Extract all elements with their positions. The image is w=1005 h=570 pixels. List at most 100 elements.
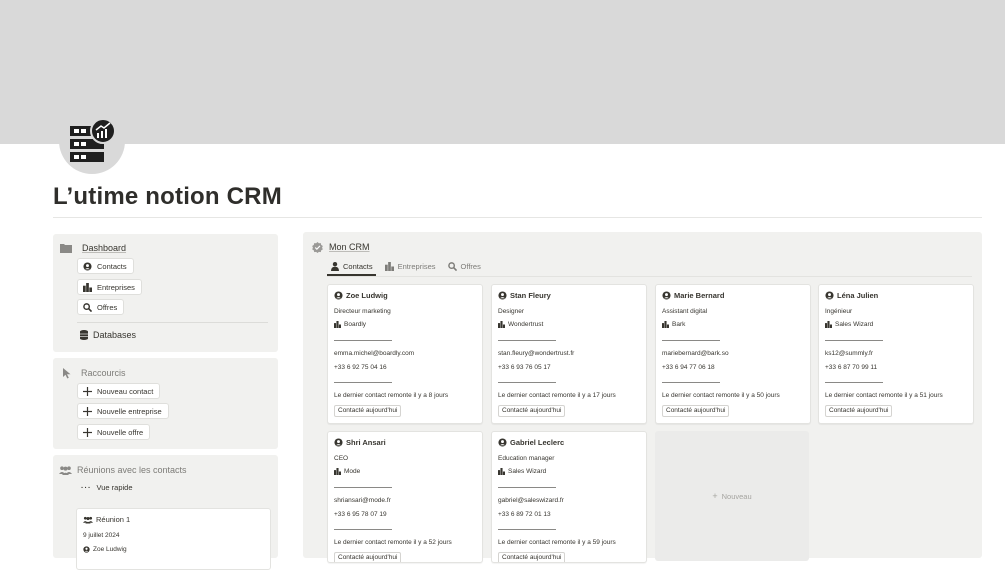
shortcuts-title: Raccourcis bbox=[81, 368, 126, 378]
shortcuts-header: Raccourcis bbox=[61, 367, 126, 379]
contact-company: Mode bbox=[344, 468, 361, 475]
contact-company: Boardly bbox=[344, 321, 367, 328]
meeting-card[interactable]: Réunion 1 9 juillet 2024 Zoe Ludwig bbox=[76, 508, 271, 570]
contact-name: Shri Ansari bbox=[346, 438, 386, 447]
contacted-today-button[interactable]: Contacté aujourd'hui bbox=[825, 405, 893, 417]
contact-name: Marie Bernard bbox=[674, 291, 725, 300]
contact-role: Assistant digital bbox=[662, 308, 708, 315]
dashboard-separator bbox=[77, 322, 268, 323]
verified-badge-icon bbox=[311, 241, 323, 253]
building-icon bbox=[498, 321, 505, 328]
contact-phone: +33 6 87 70 99 11 bbox=[825, 364, 878, 371]
contact-card[interactable]: Marie Bernard Assistant digital Bark mar… bbox=[655, 284, 811, 424]
crm-header[interactable]: Mon CRM bbox=[311, 241, 370, 253]
person-icon bbox=[334, 438, 343, 447]
dashboard-title: Dashboard bbox=[82, 243, 127, 253]
contact-phone: +33 6 95 78 07 19 bbox=[334, 511, 387, 518]
offres-button[interactable]: Offres bbox=[77, 299, 125, 315]
contact-role: Ingénieur bbox=[825, 308, 853, 315]
contacted-today-button[interactable]: Contacté aujourd'hui bbox=[498, 405, 566, 417]
databases-label: Databases bbox=[93, 330, 137, 340]
new-card-button[interactable]: + Nouveau bbox=[655, 431, 809, 561]
new-contact-button[interactable]: Nouveau contact bbox=[77, 383, 161, 399]
person-silhouette-icon bbox=[330, 261, 339, 271]
new-company-button[interactable]: Nouvelle entreprise bbox=[77, 403, 169, 419]
card-divider bbox=[825, 382, 883, 383]
title-divider bbox=[53, 217, 982, 218]
building-icon bbox=[334, 468, 341, 475]
contact-card[interactable]: Gabriel Leclerc Education manager Sales … bbox=[491, 431, 647, 563]
dashboard-header[interactable]: Dashboard bbox=[60, 242, 126, 254]
tab-offres-label: Offres bbox=[460, 261, 481, 271]
contact-name: Stan Fleury bbox=[510, 291, 551, 300]
card-divider bbox=[498, 487, 556, 488]
cursor-icon bbox=[61, 367, 73, 379]
meeting-title: Réunion 1 bbox=[96, 515, 131, 524]
building-icon bbox=[83, 282, 92, 292]
contact-company: Sales Wizard bbox=[835, 321, 874, 328]
contact-card[interactable]: Shri Ansari CEO Mode shriansari@mode.fr … bbox=[327, 431, 483, 563]
building-icon bbox=[334, 321, 341, 328]
contact-company: Sales Wizard bbox=[508, 468, 547, 475]
person-icon bbox=[334, 291, 343, 300]
meeting-date: 9 juillet 2024 bbox=[83, 532, 120, 539]
card-divider bbox=[662, 340, 720, 341]
meetings-title: Réunions avec les contacts bbox=[77, 465, 187, 475]
card-divider bbox=[825, 340, 883, 341]
contact-name: Zoe Ludwig bbox=[346, 291, 388, 300]
people-icon bbox=[83, 515, 93, 524]
offres-button-label: Offres bbox=[97, 302, 118, 312]
card-divider bbox=[334, 487, 392, 488]
contact-card[interactable]: Zoe Ludwig Directeur marketing Boardly e… bbox=[327, 284, 483, 424]
tab-entreprises[interactable]: Entreprises bbox=[382, 258, 439, 274]
contact-last-contact: Le dernier contact remonte il y a 52 jou… bbox=[334, 539, 452, 546]
card-divider bbox=[498, 529, 556, 530]
contact-last-contact: Le dernier contact remonte il y a 50 jou… bbox=[662, 392, 780, 399]
tab-entreprises-label: Entreprises bbox=[397, 261, 436, 271]
contact-card[interactable]: Léna Julien Ingénieur Sales Wizard ks12@… bbox=[818, 284, 974, 424]
tab-offres[interactable]: Offres bbox=[445, 258, 484, 274]
card-divider bbox=[334, 340, 392, 341]
contact-last-contact: Le dernier contact remonte il y a 51 jou… bbox=[825, 392, 943, 399]
building-icon bbox=[662, 321, 669, 328]
contact-email: emma.michel@boardly.com bbox=[334, 350, 415, 357]
plus-icon bbox=[83, 386, 92, 396]
contact-card[interactable]: Stan Fleury Designer Wondertrust stan.fl… bbox=[491, 284, 647, 424]
contact-email: ks12@summly.fr bbox=[825, 350, 874, 357]
crm-server-chart-icon[interactable] bbox=[59, 108, 125, 174]
contact-email: mariebernard@bark.so bbox=[662, 350, 729, 357]
database-icon bbox=[79, 329, 88, 341]
crm-tabs: Contacts Entreprises Offres bbox=[327, 258, 490, 276]
contact-phone: +33 6 92 75 04 16 bbox=[334, 364, 387, 371]
person-icon bbox=[498, 291, 507, 300]
tab-contacts[interactable]: Contacts bbox=[327, 258, 376, 276]
contacted-today-button[interactable]: Contacté aujourd'hui bbox=[334, 405, 402, 417]
contact-email: stan.fleury@wondertrust.fr bbox=[498, 350, 575, 357]
card-divider bbox=[498, 340, 556, 341]
new-offer-button[interactable]: Nouvelle offre bbox=[77, 424, 151, 440]
contacts-button[interactable]: Contacts bbox=[77, 258, 134, 274]
card-divider bbox=[662, 382, 720, 383]
contact-role: CEO bbox=[334, 455, 349, 462]
contact-name: Gabriel Leclerc bbox=[510, 438, 565, 447]
person-icon bbox=[662, 291, 671, 300]
contacts-button-label: Contacts bbox=[97, 261, 127, 271]
new-contact-label: Nouveau contact bbox=[97, 386, 154, 396]
quick-view-label: Vue rapide bbox=[96, 483, 133, 492]
people-icon bbox=[59, 464, 72, 476]
folder-icon bbox=[60, 242, 72, 254]
contact-last-contact: Le dernier contact remonte il y a 17 jou… bbox=[498, 392, 616, 399]
contacted-today-button[interactable]: Contacté aujourd'hui bbox=[662, 405, 730, 417]
building-icon bbox=[825, 321, 832, 328]
entreprises-button-label: Entreprises bbox=[97, 282, 135, 292]
contact-company: Wondertrust bbox=[508, 321, 544, 328]
person-icon bbox=[83, 261, 92, 271]
contact-last-contact: Le dernier contact remonte il y a 8 jour… bbox=[334, 392, 449, 399]
quick-view-tab[interactable]: ··· Vue rapide bbox=[81, 483, 133, 492]
databases-link[interactable]: Databases bbox=[79, 329, 136, 341]
contact-email: shriansari@mode.fr bbox=[334, 497, 391, 504]
dots-icon: ··· bbox=[81, 483, 92, 492]
crm-title: Mon CRM bbox=[329, 242, 370, 252]
entreprises-button[interactable]: Entreprises bbox=[77, 279, 142, 295]
magnifier-icon bbox=[447, 261, 457, 271]
